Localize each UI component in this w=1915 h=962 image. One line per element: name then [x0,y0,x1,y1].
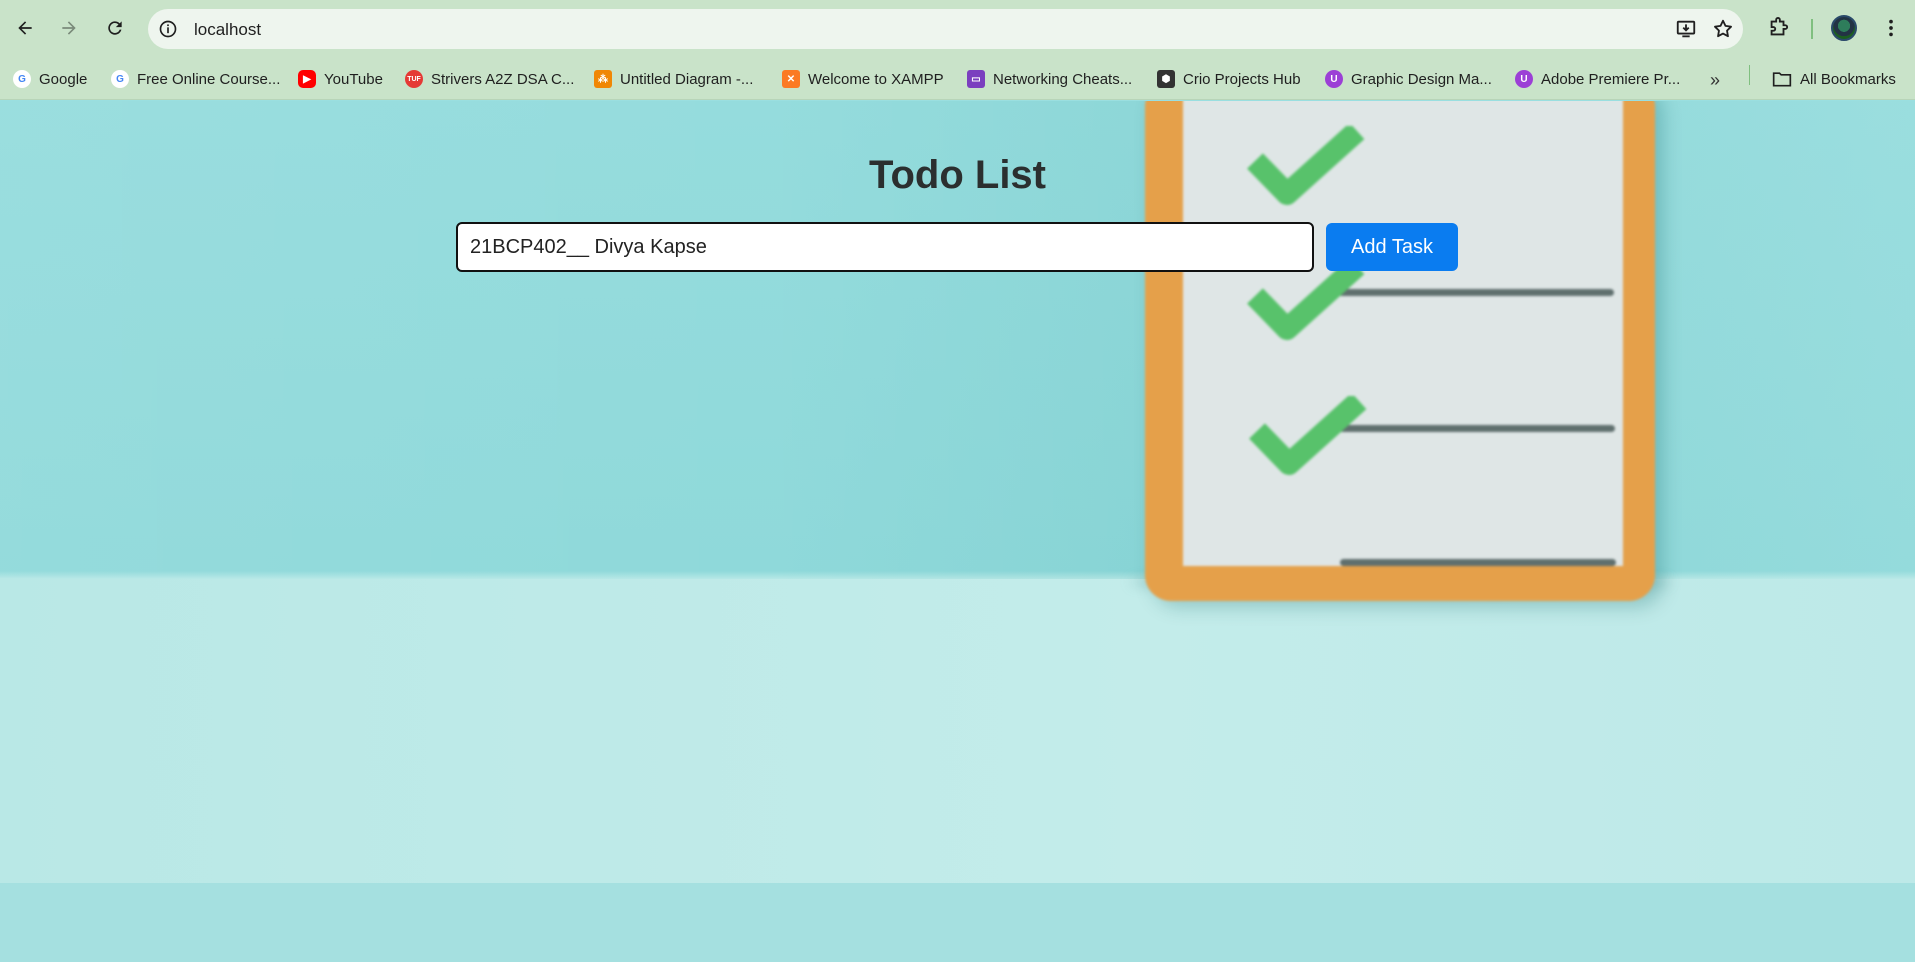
background-floor-edge [0,883,1915,962]
checklist-line [1339,425,1615,432]
bookmarks-separator [1749,65,1750,85]
bookmark-star-icon[interactable] [1712,18,1734,40]
bookmark-label: Networking Cheats... [993,70,1133,88]
bookmark-google[interactable]: G Google [13,67,87,91]
bookmark-untitled-diagram[interactable]: ⁂ Untitled Diagram -... [594,67,753,91]
kebab-menu-icon [1889,19,1893,37]
install-app-icon[interactable] [1675,18,1697,40]
checkmark-icon [1247,261,1365,340]
crio-icon: ⬢ [1157,70,1175,88]
bookmark-strivers[interactable]: TUF Strivers A2Z DSA C... [405,67,574,91]
bookmark-crio[interactable]: ⬢ Crio Projects Hub [1157,67,1301,91]
forward-button[interactable] [53,12,85,44]
youtube-icon: ▶ [298,70,316,88]
bookmark-graphic-design[interactable]: U Graphic Design Ma... [1325,67,1492,91]
bookmark-label: All Bookmarks [1800,70,1896,88]
google-icon: G [111,70,129,88]
course-icon: U [1515,70,1533,88]
bookmark-label: Crio Projects Hub [1183,70,1301,88]
bookmark-youtube[interactable]: ▶ YouTube [298,67,383,91]
bookmark-xampp[interactable]: ✕ Welcome to XAMPP [782,67,944,91]
diagram-icon: ⁂ [594,70,612,88]
bookmark-label: Free Online Course... [137,70,281,88]
arrow-left-icon [18,21,32,35]
google-icon: G [13,70,31,88]
bookmark-label: Adobe Premiere Pr... [1541,70,1681,88]
checklist-line [1340,559,1616,566]
puzzle-icon [1770,17,1789,36]
task-input[interactable] [456,222,1314,272]
address-bar[interactable]: localhost [148,9,1743,49]
presentation-icon: ▭ [967,70,985,88]
url-text: localhost [194,20,262,39]
arrow-right-icon [62,21,76,35]
tuf-icon: TUF [405,70,423,88]
checkmark-icon [1249,396,1367,475]
browser-menu-button[interactable] [1875,12,1907,44]
back-button[interactable] [9,12,41,44]
profile-avatar[interactable] [1831,15,1857,41]
bookmark-label: Google [39,70,88,88]
chevron-double-right-icon[interactable]: » [1710,70,1732,90]
reload-icon [108,21,122,35]
bookmark-label: Untitled Diagram -... [620,70,754,88]
reload-button[interactable] [99,12,131,44]
background-floor [0,579,1915,883]
bookmark-label: Welcome to XAMPP [808,70,944,88]
bookmark-adobe-premiere[interactable]: U Adobe Premiere Pr... [1515,67,1680,91]
bookmark-label: YouTube [324,70,383,88]
toolbar-separator [1811,19,1813,39]
bookmark-free-online-course[interactable]: G Free Online Course... [111,67,280,91]
checklist-line [1338,289,1614,296]
course-icon: U [1325,70,1343,88]
bookmark-networking[interactable]: ▭ Networking Cheats... [967,67,1132,91]
add-task-button[interactable]: Add Task [1326,223,1458,271]
all-bookmarks-button[interactable]: All Bookmarks [1772,67,1896,91]
site-info-icon[interactable] [158,19,178,39]
page-content: Todo List Add Task [0,101,1915,962]
bookmarks-bar: G Google G Free Online Course... ▶ YouTu… [0,58,1915,100]
extensions-button[interactable] [1762,12,1794,44]
bookmark-label: Strivers A2Z DSA C... [431,70,575,88]
page-title: Todo List [869,153,1046,197]
xampp-icon: ✕ [782,70,800,88]
folder-icon [1772,72,1792,87]
bookmark-label: Graphic Design Ma... [1351,70,1492,88]
browser-toolbar: localhost [0,0,1915,58]
